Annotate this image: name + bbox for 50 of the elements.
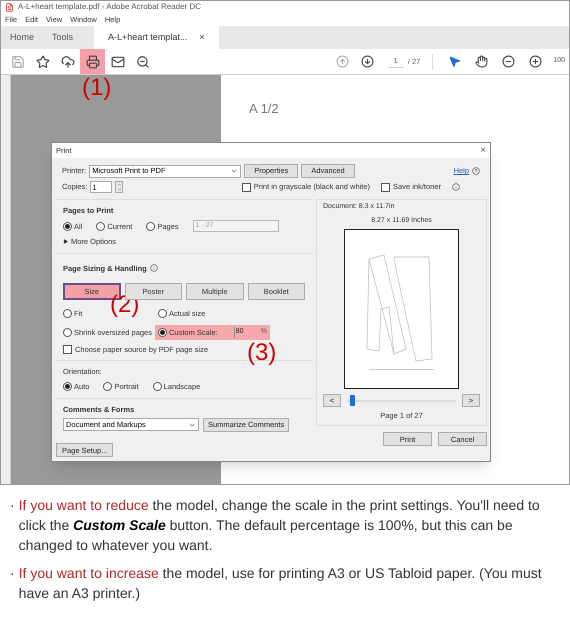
page-label: A 1/2 (249, 101, 279, 116)
tab[interactable]: Tools (43, 26, 82, 49)
page-slider-thumb[interactable] (350, 394, 356, 406)
pdf-file-icon (5, 2, 14, 12)
radio-button[interactable] (146, 222, 156, 231)
tab-label: Home (10, 30, 34, 44)
spin-up-icon (116, 182, 122, 187)
tab[interactable]: A-L+heart templat... × (94, 26, 219, 49)
radio-button[interactable] (63, 328, 72, 337)
close-button[interactable]: × (480, 143, 486, 158)
radio-button[interactable] (63, 382, 72, 392)
tab-label: A-L+heart templat... (108, 30, 188, 44)
tab-close-button[interactable]: × (199, 30, 205, 44)
tab[interactable]: Home (1, 26, 44, 49)
info-icon[interactable] (150, 264, 158, 272)
help-icon[interactable] (472, 167, 480, 175)
instruction-text: If you want to increase the model, use for printing A3 or US Tabloid paper. (You must have an A3 printer.) (18, 564, 543, 603)
step-annotation: (1) (82, 76, 112, 100)
zoom-out-icon (136, 54, 150, 68)
mail-icon (110, 54, 124, 68)
zoom-out-icon[interactable] (502, 55, 516, 68)
print-icon (86, 54, 100, 68)
step-annotation: (3) (247, 340, 276, 365)
chevron-down-icon (230, 167, 238, 175)
save-icon (10, 54, 24, 68)
radio-button[interactable] (152, 382, 162, 392)
zoom-in-icon[interactable] (529, 55, 542, 68)
bullet: · (10, 564, 15, 583)
tab-label: Tools (52, 30, 74, 44)
bullet: · (10, 496, 15, 515)
copies-spinner[interactable] (115, 181, 124, 193)
info-icon[interactable] (452, 183, 460, 191)
hand-icon[interactable] (475, 55, 488, 68)
checkbox[interactable] (381, 182, 390, 192)
instruction-text: If you want to reduce the model, change the scale in the print settings. You'll need to click the Custom Scale button. The default percentage is 100%, but this can be changed to whatever you want. (18, 496, 541, 555)
radio-button[interactable] (103, 382, 112, 392)
next-page-icon[interactable] (360, 55, 374, 68)
expand-triangle-icon[interactable] (63, 239, 68, 244)
star-icon (36, 54, 50, 68)
cloud-upload-icon (60, 54, 74, 68)
radio-button[interactable] (158, 328, 167, 337)
spin-down-icon (116, 187, 122, 192)
window-title: A-L+heart template.pdf - Adobe Acrobat Reader DC (18, 1, 201, 13)
radio-button[interactable] (158, 308, 167, 318)
radio-button[interactable] (63, 222, 72, 231)
radio-button[interactable] (63, 308, 72, 318)
pointer-icon[interactable] (448, 55, 462, 68)
checkbox[interactable] (63, 344, 72, 354)
checkbox[interactable] (242, 182, 251, 192)
radio-button[interactable] (96, 222, 106, 231)
